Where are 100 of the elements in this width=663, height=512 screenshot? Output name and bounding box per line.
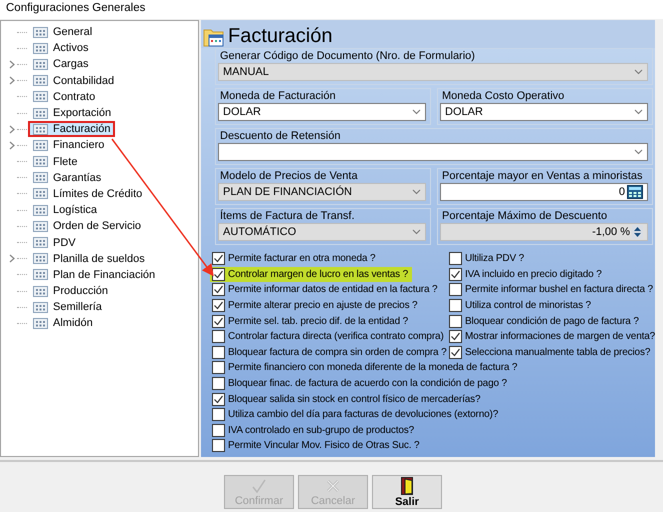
checkbox-label: Controlar margen de lucro en las ventas ?	[228, 268, 408, 280]
checkbox[interactable]	[449, 330, 462, 344]
chevron-down-icon	[412, 109, 421, 115]
tree-item[interactable]: Contabilidad	[28, 72, 120, 89]
grid-icon	[33, 286, 48, 297]
checkbox[interactable]	[212, 252, 225, 266]
field-label: Modelo de Precios de Venta	[219, 169, 359, 183]
field-label: Porcentaje mayor en Ventas a minoristas	[441, 169, 644, 183]
checkbox[interactable]	[212, 424, 225, 437]
grid-icon	[33, 26, 48, 38]
tree-item[interactable]: Contrato	[28, 88, 100, 105]
checkbox[interactable]	[449, 252, 462, 266]
x-icon	[325, 478, 341, 494]
grid-icon	[33, 220, 48, 232]
tree-item[interactable]: Almidón	[28, 315, 98, 332]
grid-icon	[33, 172, 48, 184]
tree-item[interactable]: Flete	[28, 154, 82, 170]
checkbox[interactable]	[212, 268, 225, 281]
grid-icon	[33, 156, 48, 168]
calculator-icon[interactable]	[627, 185, 643, 199]
checkbox[interactable]	[212, 377, 225, 390]
checkbox-label: Bloquear finac. de factura de acuerdo con la condición de pago ?	[228, 378, 507, 390]
field-label: Moneda Costo Operativo	[441, 89, 566, 103]
window-title: Configuraciones Generales	[6, 2, 146, 14]
tree-item[interactable]: Cargas	[28, 56, 94, 72]
checkbox-label: Permite financiero con moneda diferente de la moneda de factura ?	[228, 362, 518, 374]
checkbox-label: Bloquear factura de compra sin orden de compra ?	[228, 346, 446, 358]
expand-icon[interactable]	[9, 124, 17, 134]
chevron-down-icon	[634, 149, 643, 155]
expand-icon[interactable]	[9, 60, 17, 69]
checkbox[interactable]	[212, 408, 225, 422]
checkbox[interactable]	[449, 299, 462, 312]
checkmark-icon	[251, 478, 267, 494]
checkbox-label: Permite sel. tab. precio dif. de la entidad ?	[228, 316, 408, 327]
tree-item[interactable]: PDV	[28, 234, 81, 251]
expand-icon[interactable]	[9, 254, 17, 264]
tree-item[interactable]: Semillería	[28, 299, 107, 316]
grid-icon	[33, 269, 48, 280]
grid-icon	[33, 58, 48, 70]
grid-icon	[33, 108, 48, 119]
toolbar-button[interactable]: Salir	[372, 475, 442, 509]
chevron-down-icon	[412, 229, 421, 235]
grid-icon	[33, 124, 48, 135]
checkbox[interactable]	[212, 314, 225, 328]
tree-item[interactable]: Logística	[28, 202, 102, 218]
checkbox[interactable]	[449, 283, 462, 296]
checkbox-label: Permite alterar precio en ajuste de precios ?	[228, 300, 418, 312]
checkbox-label: IVA controlado en sub-grupo de productos?	[228, 424, 414, 436]
grid-icon	[33, 140, 48, 151]
tree-item[interactable]: Financiero	[28, 137, 110, 154]
tree-item[interactable]: Plan de Financiación	[28, 266, 160, 283]
checkbox[interactable]	[212, 392, 225, 406]
grid-icon	[33, 91, 48, 102]
checkbox-label: Controlar factura directa (verifica contrato compra)	[228, 331, 444, 342]
tree-item[interactable]: Producción	[28, 283, 114, 300]
checkbox[interactable]	[212, 283, 225, 296]
checkbox[interactable]	[449, 346, 462, 359]
tree-item[interactable]: Activos	[28, 40, 94, 56]
panel-title: Facturación	[228, 24, 332, 48]
dropdown[interactable]: DOLAR	[440, 103, 648, 121]
field-label: Porcentaje Máximo de Descuento	[441, 209, 608, 223]
grid-icon	[33, 237, 48, 248]
dropdown[interactable]	[218, 143, 648, 161]
tree-item[interactable]: Límites de Crédito	[28, 186, 148, 202]
checkbox[interactable]	[212, 361, 225, 374]
tree-item[interactable]: Garantías	[28, 170, 106, 186]
grid-icon	[33, 188, 48, 200]
tree-item[interactable]: Planilla de sueldos	[28, 250, 150, 267]
field-label: Generar Código de Documento (Nro. de Formulario)	[219, 49, 476, 63]
checkbox[interactable]	[212, 439, 225, 452]
checkbox[interactable]	[212, 346, 225, 359]
checkbox[interactable]	[212, 299, 225, 312]
checkbox-label: Ultiliza PDV ?	[465, 253, 524, 264]
checkbox-label: Permite informar bushel en factura directa ?	[465, 284, 653, 296]
tree-item[interactable]: Orden de Servicio	[28, 218, 146, 234]
expand-icon[interactable]	[9, 76, 17, 86]
checkbox[interactable]	[212, 330, 225, 344]
checkbox-label: Permite informar datos de entidad en la factura ?	[228, 284, 438, 296]
number-field[interactable]: 0	[440, 183, 648, 201]
grid-icon	[33, 302, 48, 313]
field-label: Moneda de Facturación	[219, 89, 337, 103]
checkbox[interactable]	[449, 268, 462, 281]
checkbox-label: Utiliza control de minoristas ?	[465, 300, 591, 312]
dropdown[interactable]: DOLAR	[218, 103, 426, 121]
tree-item[interactable]: Exportación	[28, 105, 116, 122]
checkbox-label: Utiliza cambio del día para facturas de devoluciones (extorno)?	[228, 409, 498, 420]
checkbox-label: Permite facturar en otra moneda ?	[228, 253, 376, 264]
checkbox[interactable]	[449, 314, 462, 328]
chevron-down-icon	[634, 69, 643, 75]
checkbox-label: Bloquear salida sin stock en control físico de mercaderías?	[228, 394, 480, 405]
field-label: Descuento de Retensión	[219, 129, 342, 143]
chevron-down-icon	[634, 109, 643, 115]
checkbox-label: IVA incluido en precio digitado ?	[465, 268, 602, 280]
tree-item[interactable]: General	[28, 24, 98, 40]
expand-icon[interactable]	[9, 140, 17, 150]
grid-icon	[33, 204, 48, 216]
grid-icon	[33, 42, 48, 54]
grid-icon	[33, 318, 48, 329]
chevron-down-icon	[412, 189, 421, 195]
tree-item[interactable]: Facturación	[28, 121, 116, 138]
